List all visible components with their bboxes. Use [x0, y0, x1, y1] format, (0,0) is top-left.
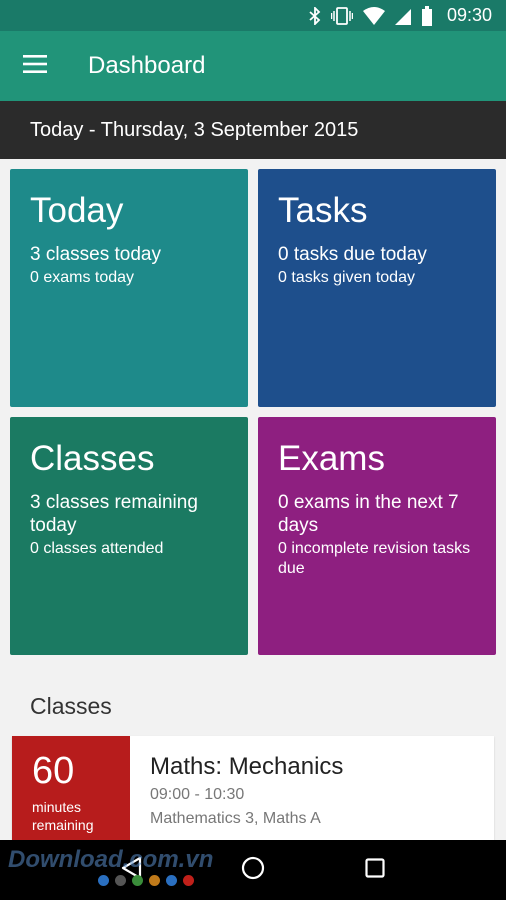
recents-button[interactable] — [345, 840, 405, 900]
minutes-label: minutes remaining — [32, 799, 94, 833]
hamburger-icon — [23, 54, 47, 78]
tile-line1: 3 classes today — [30, 244, 161, 265]
status-bar: 09:30 — [0, 0, 506, 31]
watermark-logo: Download.com.vn — [8, 846, 214, 873]
tile-tasks[interactable]: Tasks 0 tasks due today 0 tasks given to… — [258, 169, 496, 407]
battery-icon — [421, 5, 433, 26]
home-icon — [241, 856, 265, 885]
tile-line1: 0 exams in the next 7 days — [278, 492, 459, 536]
menu-button[interactable] — [0, 31, 70, 101]
vibrate-icon — [330, 6, 353, 25]
class-subject: Maths: Mechanics — [150, 753, 344, 780]
tile-exams[interactable]: Exams 0 exams in the next 7 days 0 incom… — [258, 417, 496, 655]
home-button[interactable] — [223, 840, 283, 900]
classes-section-title: Classes — [30, 693, 112, 719]
wifi-icon — [362, 6, 385, 25]
signal-icon — [394, 7, 411, 25]
clock: 09:30 — [446, 5, 492, 25]
tile-line2: 0 tasks given today — [278, 269, 415, 286]
tile-line2: 0 incomplete revision tasks due — [278, 540, 471, 577]
minutes-remaining-badge: 60 minutes remaining — [12, 736, 130, 846]
minutes-count: 60 — [32, 750, 75, 792]
recents-icon — [365, 857, 385, 883]
class-time: 09:00 - 10:30 — [150, 786, 245, 803]
class-card[interactable]: 60 minutes remaining Maths: Mechanics 09… — [12, 736, 494, 846]
bluetooth-icon — [309, 6, 321, 25]
tile-title: Exams — [278, 439, 385, 478]
tile-line2: 0 classes attended — [30, 540, 164, 557]
tile-today[interactable]: Today 3 classes today 0 exams today — [10, 169, 248, 407]
tile-line2: 0 exams today — [30, 269, 135, 286]
tile-line1: 0 tasks due today — [278, 244, 427, 265]
class-details: Maths: Mechanics 09:00 - 10:30 Mathemati… — [130, 736, 363, 846]
app-bar: Dashboard — [0, 31, 506, 101]
tile-line1: 3 classes remaining today — [30, 492, 198, 536]
tile-title: Classes — [30, 439, 155, 478]
page-title: Dashboard — [88, 52, 206, 79]
watermark-dots — [98, 875, 194, 886]
tile-title: Tasks — [278, 191, 368, 230]
tile-title: Today — [30, 191, 124, 230]
date-header: Today - Thursday, 3 September 2015 — [0, 101, 506, 159]
tile-classes[interactable]: Classes 3 classes remaining today 0 clas… — [10, 417, 248, 655]
class-meta: Mathematics 3, Maths A — [150, 810, 321, 827]
